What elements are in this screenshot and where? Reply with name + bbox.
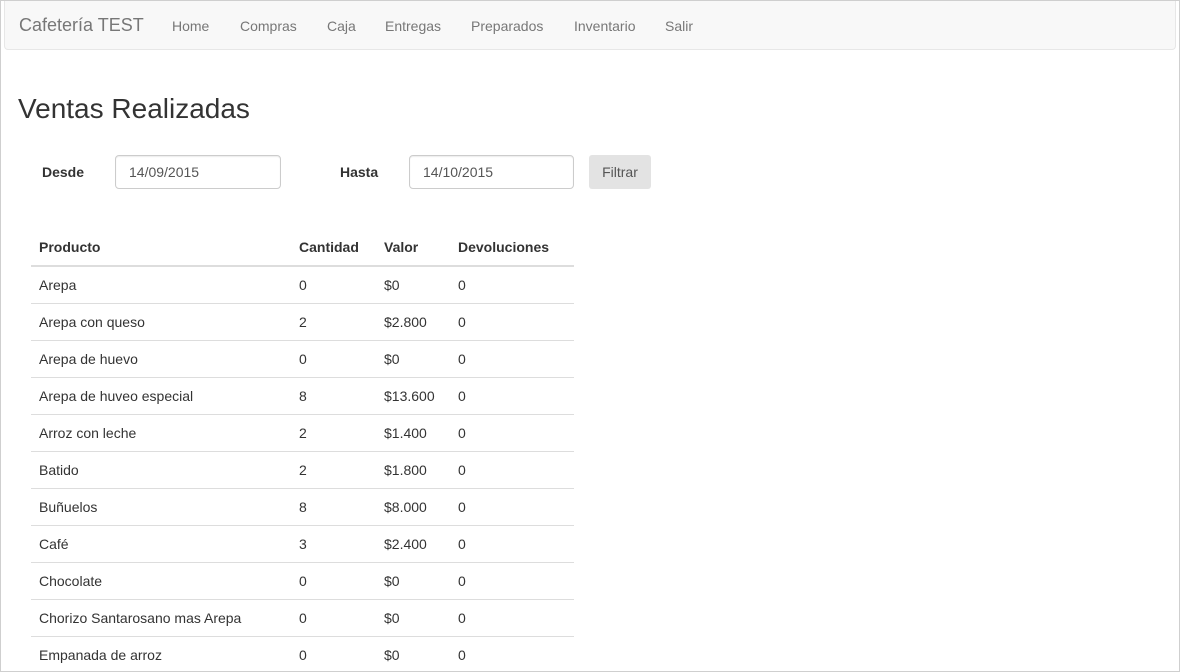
cell-cantidad: 2 xyxy=(291,414,376,452)
cell-valor: $8.000 xyxy=(376,488,450,526)
table-row: Arroz con leche 2 $1.400 0 xyxy=(31,414,574,452)
cell-valor: $2.800 xyxy=(376,303,450,341)
cell-devoluciones: 0 xyxy=(450,451,574,489)
cell-devoluciones: 0 xyxy=(450,525,574,563)
table-row: Chocolate 0 $0 0 xyxy=(31,562,574,600)
cell-producto: Arepa con queso xyxy=(31,303,291,341)
cell-valor: $1.400 xyxy=(376,414,450,452)
cell-valor: $0 xyxy=(376,340,450,378)
cell-devoluciones: 0 xyxy=(450,562,574,600)
cell-producto: Batido xyxy=(31,451,291,489)
page-title: Ventas Realizadas xyxy=(18,93,250,124)
from-date-input[interactable] xyxy=(115,155,281,189)
cell-producto: Buñuelos xyxy=(31,488,291,526)
column-header-cantidad: Cantidad xyxy=(291,228,376,267)
nav-link-compras[interactable]: Compras xyxy=(240,17,297,35)
cell-devoluciones: 0 xyxy=(450,303,574,341)
cell-valor: $0 xyxy=(376,599,450,637)
cell-valor: $2.400 xyxy=(376,525,450,563)
navbar: Cafetería TEST Home Compras Caja Entrega… xyxy=(4,1,1176,50)
cell-devoluciones: 0 xyxy=(450,414,574,452)
cell-cantidad: 0 xyxy=(291,599,376,637)
nav-link-entregas[interactable]: Entregas xyxy=(385,17,441,35)
cell-cantidad: 0 xyxy=(291,636,376,671)
nav-link-preparados[interactable]: Preparados xyxy=(471,17,543,35)
cell-valor: $1.800 xyxy=(376,451,450,489)
cell-producto: Arroz con leche xyxy=(31,414,291,452)
cell-producto: Arepa xyxy=(31,266,291,304)
cell-cantidad: 0 xyxy=(291,562,376,600)
cell-producto: Arepa de huevo xyxy=(31,340,291,378)
cell-cantidad: 2 xyxy=(291,303,376,341)
table-row: Chorizo Santarosano mas Arepa 0 $0 0 xyxy=(31,599,574,637)
cell-producto: Chorizo Santarosano mas Arepa xyxy=(31,599,291,637)
table-row: Buñuelos 8 $8.000 0 xyxy=(31,488,574,526)
cell-producto: Arepa de huveo especial xyxy=(31,377,291,415)
to-date-input[interactable] xyxy=(409,155,574,189)
cell-valor: $13.600 xyxy=(376,377,450,415)
column-header-valor: Valor xyxy=(376,228,450,267)
nav-link-home[interactable]: Home xyxy=(172,17,209,35)
table-row: Arepa de huveo especial 8 $13.600 0 xyxy=(31,377,574,415)
table-row: Arepa de huevo 0 $0 0 xyxy=(31,340,574,378)
cell-devoluciones: 0 xyxy=(450,266,574,304)
app-window: Cafetería TEST Home Compras Caja Entrega… xyxy=(0,0,1180,672)
cell-producto: Chocolate xyxy=(31,562,291,600)
cell-cantidad: 8 xyxy=(291,488,376,526)
cell-devoluciones: 0 xyxy=(450,488,574,526)
cell-devoluciones: 0 xyxy=(450,599,574,637)
cell-cantidad: 2 xyxy=(291,451,376,489)
cell-cantidad: 3 xyxy=(291,525,376,563)
nav-link-caja[interactable]: Caja xyxy=(327,17,356,35)
sales-table: Producto Cantidad Valor Devoluciones Are… xyxy=(31,228,574,671)
table-row: Batido 2 $1.800 0 xyxy=(31,451,574,489)
cell-valor: $0 xyxy=(376,562,450,600)
cell-cantidad: 0 xyxy=(291,340,376,378)
cell-cantidad: 0 xyxy=(291,266,376,304)
table-row: Empanada de arroz 0 $0 0 xyxy=(31,636,574,671)
cell-valor: $0 xyxy=(376,636,450,671)
navbar-brand[interactable]: Cafetería TEST xyxy=(19,15,144,35)
table-header-row: Producto Cantidad Valor Devoluciones xyxy=(31,228,574,267)
table-row: Café 3 $2.400 0 xyxy=(31,525,574,563)
from-date-label: Desde xyxy=(42,164,85,180)
cell-producto: Empanada de arroz xyxy=(31,636,291,671)
table-row: Arepa con queso 2 $2.800 0 xyxy=(31,303,574,341)
column-header-devoluciones: Devoluciones xyxy=(450,228,574,267)
cell-devoluciones: 0 xyxy=(450,377,574,415)
cell-devoluciones: 0 xyxy=(450,340,574,378)
cell-producto: Café xyxy=(31,525,291,563)
cell-valor: $0 xyxy=(376,266,450,304)
nav-link-inventario[interactable]: Inventario xyxy=(574,17,635,35)
cell-cantidad: 8 xyxy=(291,377,376,415)
nav-link-salir[interactable]: Salir xyxy=(665,17,693,35)
column-header-producto: Producto xyxy=(31,228,291,267)
cell-devoluciones: 0 xyxy=(450,636,574,671)
filter-button[interactable]: Filtrar xyxy=(589,155,651,189)
table-row: Arepa 0 $0 0 xyxy=(31,266,574,304)
to-date-label: Hasta xyxy=(340,164,379,180)
